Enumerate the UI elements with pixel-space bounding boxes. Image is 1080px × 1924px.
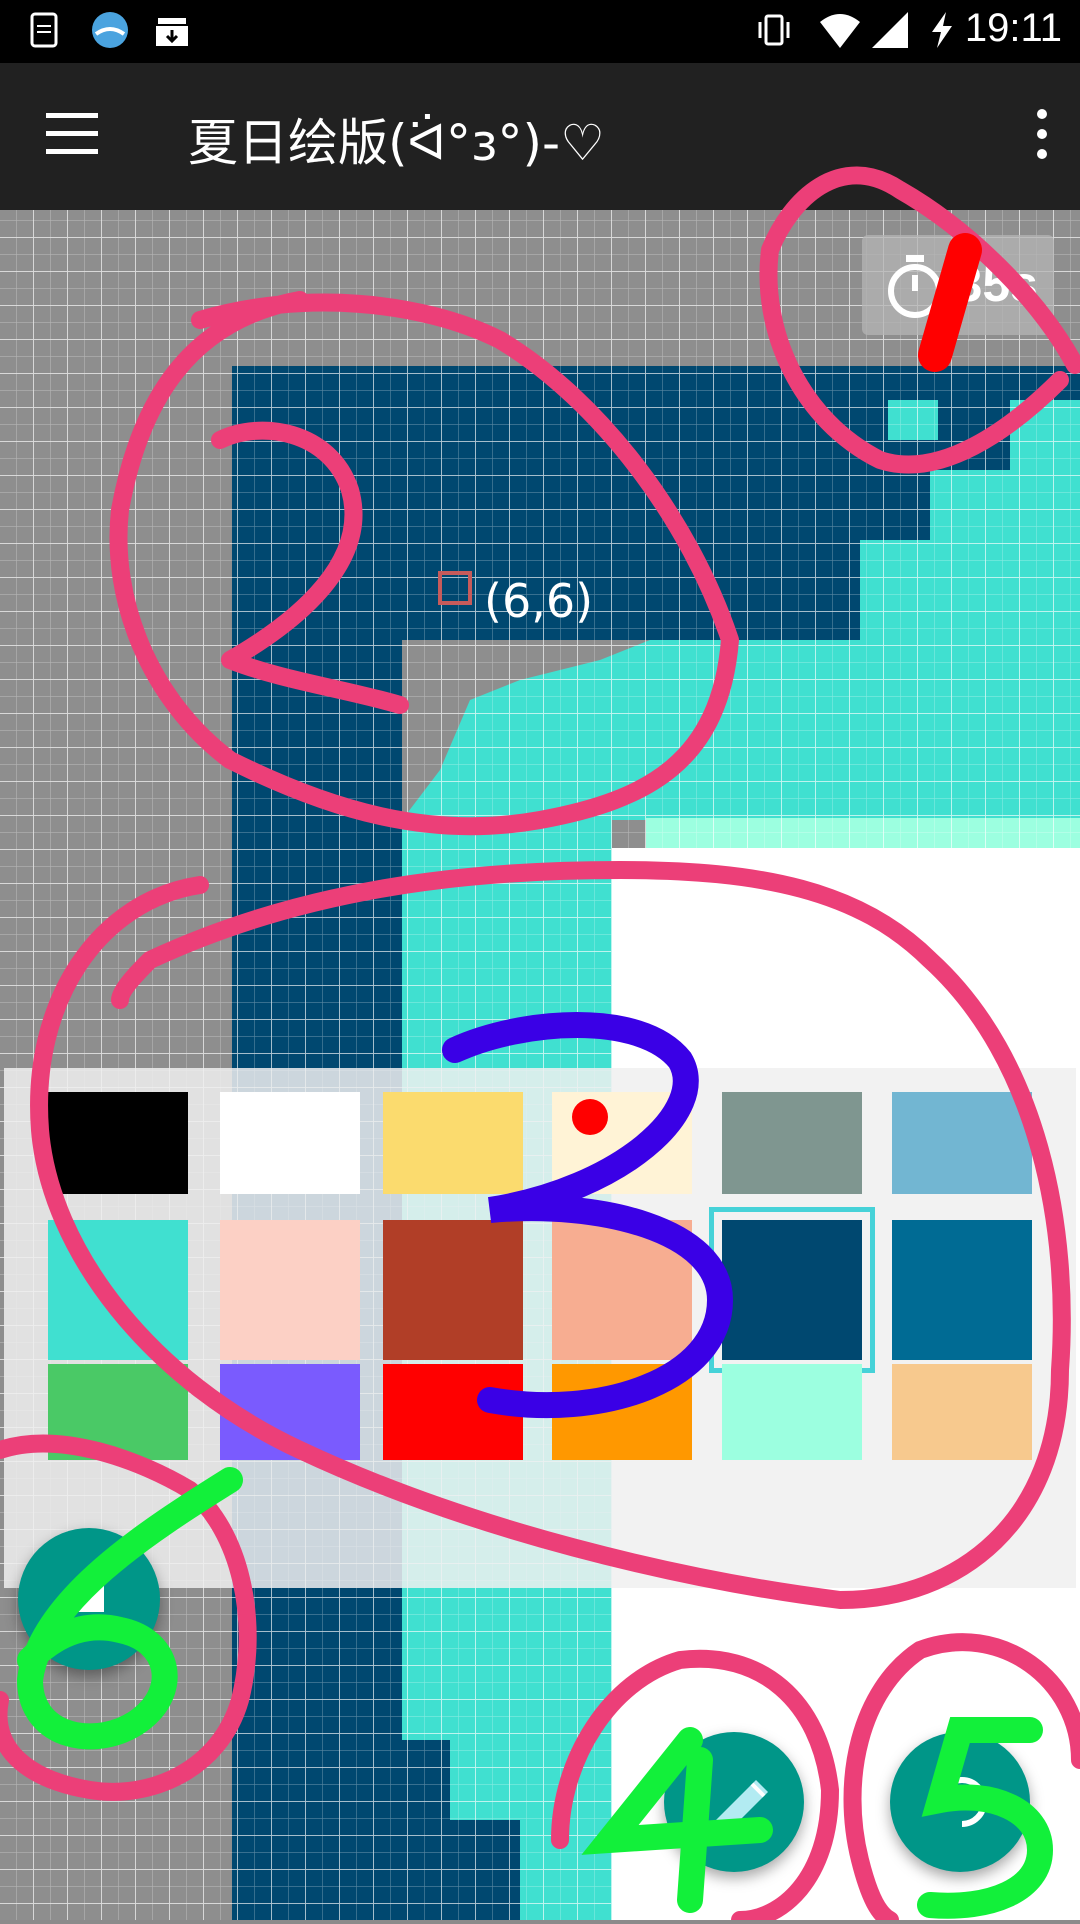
color-swatch[interactable] bbox=[892, 1220, 1032, 1360]
cursor-marker bbox=[438, 571, 472, 605]
signal-icon bbox=[872, 12, 908, 48]
charging-icon bbox=[932, 12, 952, 48]
color-swatch[interactable] bbox=[220, 1220, 360, 1360]
wifi-icon bbox=[820, 14, 860, 48]
color-swatch[interactable] bbox=[48, 1364, 188, 1460]
pixel-board[interactable] bbox=[0, 210, 1080, 1920]
color-swatch[interactable] bbox=[383, 1364, 523, 1460]
file-icon bbox=[30, 12, 58, 48]
redo-icon bbox=[930, 1777, 987, 1827]
color-swatch[interactable] bbox=[892, 1092, 1032, 1194]
vibrate-icon bbox=[758, 14, 790, 46]
color-swatch[interactable] bbox=[220, 1092, 360, 1194]
timer-badge: 35s bbox=[862, 235, 1054, 335]
status-bar: 19:11 bbox=[0, 0, 1080, 63]
menu-icon[interactable] bbox=[46, 113, 98, 157]
color-swatch[interactable] bbox=[383, 1220, 523, 1360]
timer-label: 35s bbox=[954, 256, 1038, 312]
color-palette bbox=[4, 1068, 1076, 1588]
cursor-coordinates: (6,6) bbox=[484, 574, 594, 628]
app-icon bbox=[92, 12, 128, 48]
color-swatch[interactable] bbox=[709, 1207, 875, 1373]
color-swatch[interactable] bbox=[552, 1092, 692, 1194]
drawing-canvas[interactable]: 35s (6,6) bbox=[0, 210, 1080, 1920]
redo-button[interactable] bbox=[890, 1732, 1030, 1872]
color-swatch[interactable] bbox=[892, 1364, 1032, 1460]
color-swatch[interactable] bbox=[383, 1092, 523, 1194]
color-swatch[interactable] bbox=[220, 1364, 360, 1460]
page-title: 夏日绘版(ᐛ°ɜ°)-♡ bbox=[188, 114, 605, 172]
left-action-button[interactable] bbox=[18, 1528, 160, 1670]
pencil-icon bbox=[712, 1780, 768, 1836]
download-box-icon bbox=[156, 18, 188, 46]
eye-icon bbox=[74, 1586, 104, 1612]
pencil-button[interactable] bbox=[664, 1732, 804, 1872]
color-swatch[interactable] bbox=[722, 1364, 862, 1460]
color-swatch[interactable] bbox=[552, 1364, 692, 1460]
stopwatch-icon bbox=[888, 255, 942, 318]
color-swatch[interactable] bbox=[48, 1220, 188, 1360]
color-swatch[interactable] bbox=[48, 1092, 188, 1194]
color-swatch[interactable] bbox=[552, 1220, 692, 1360]
more-options-icon[interactable] bbox=[1034, 109, 1050, 165]
status-time: 19:11 bbox=[964, 6, 1062, 50]
app-bar: 夏日绘版(ᐛ°ɜ°)-♡ bbox=[0, 63, 1080, 210]
color-swatch[interactable] bbox=[722, 1092, 862, 1194]
